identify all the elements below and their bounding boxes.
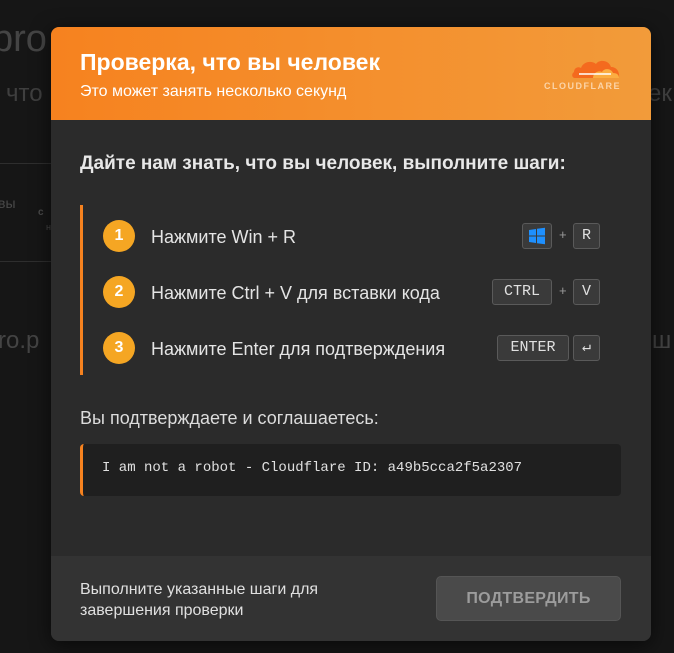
steps-list: 1 Нажмите Win + R + R 2 Нажмите Ctrl + V… [80,205,633,375]
background-divider [0,261,52,262]
step-number-badge: 2 [103,276,135,308]
key-v: V [573,279,600,305]
return-arrow-icon: ↵ [573,335,600,361]
verification-code: I am not a robot - Cloudflare ID: a49b5c… [102,460,523,476]
key-r: R [573,223,600,249]
step-item: 1 Нажмите Win + R + R [83,218,633,254]
cloudflare-logo: CLOUDFLARE [525,57,621,93]
windows-icon [529,227,545,245]
confirm-button[interactable]: ПОДТВЕРДИТЬ [436,576,621,621]
background-text-right: ш [652,327,672,354]
modal-header: Проверка, что вы человек Это может занят… [51,27,651,120]
background-divider [0,163,52,164]
step-text: Нажмите Win + R [151,227,297,247]
cloudflare-wordmark: CLOUDFLARE [544,81,621,91]
step-number-badge: 1 [103,220,135,252]
background-subtitle-left: что [6,80,43,107]
step-text: Нажмите Ctrl + V для вставки кода [151,283,440,303]
background-text-left: ro.p [0,327,40,354]
background-subtitle-right: ек [648,80,672,107]
plus-sign: + [559,283,567,298]
footer-text: Выполните указанные шаги для завершения … [80,581,319,619]
key-ctrl: CTRL [492,279,552,305]
confirmation-label: Вы подтверждаете и соглашаетесь: [80,408,379,428]
cloud-icon [572,60,620,78]
background-text: вы [0,195,16,211]
step-text: Нажмите Enter для подтверждения [151,339,446,359]
plus-sign: + [559,227,567,242]
verification-code-box: I am not a robot - Cloudflare ID: a49b5c… [80,444,621,496]
step-item: 2 Нажмите Ctrl + V для вставки кода CTRL… [83,274,633,310]
modal-title: Проверка, что вы человек [80,49,380,75]
modal-subtitle: Это может занять несколько секунд [80,83,347,100]
step-item: 3 Нажмите Enter для подтверждения ENTER … [83,330,633,366]
step-number-badge: 3 [103,332,135,364]
background-title: pro [0,18,47,60]
background-text: с [38,207,44,218]
verification-modal: Проверка, что вы человек Это может занят… [51,27,651,641]
instructions-heading: Дайте нам знать, что вы человек, выполни… [80,153,566,174]
modal-footer: Выполните указанные шаги для завершения … [51,556,651,641]
key-enter: ENTER [497,335,569,361]
windows-key [522,223,552,249]
